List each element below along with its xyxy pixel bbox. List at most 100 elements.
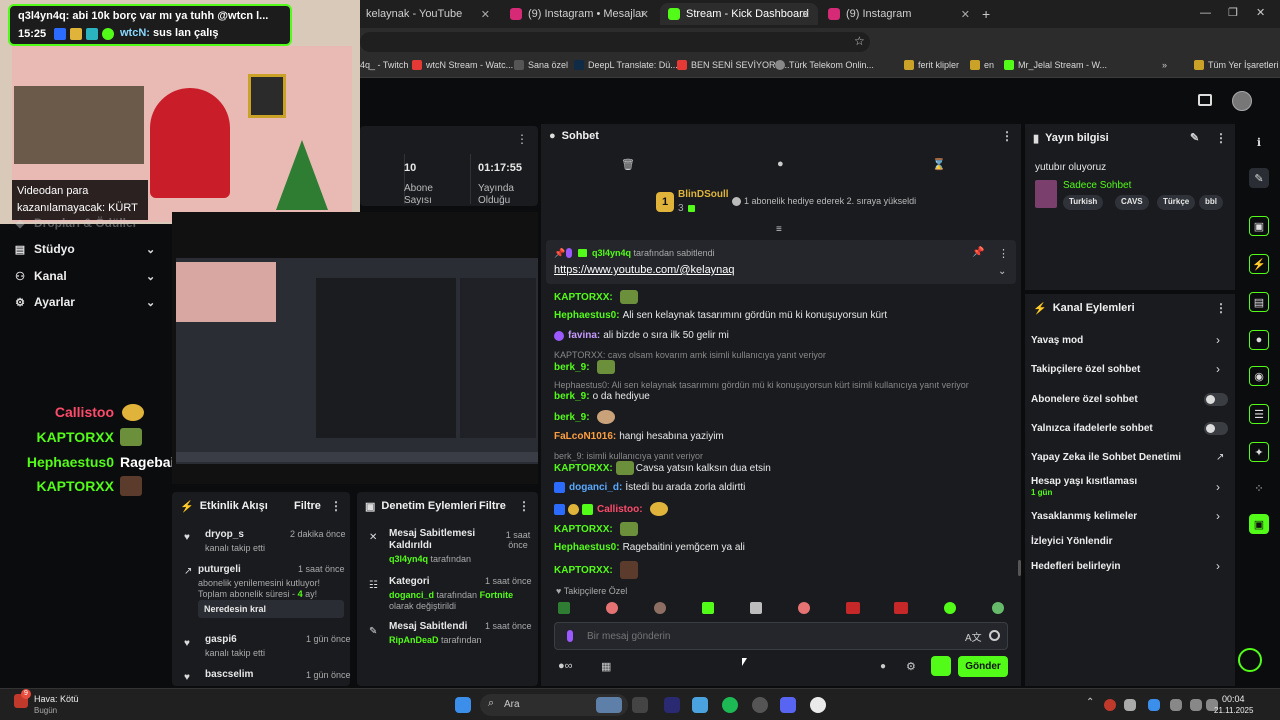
creator-icon[interactable]	[1198, 94, 1212, 106]
mic-icon[interactable]	[567, 630, 573, 642]
all-bookmarks-button[interactable]: Tüm Yer İşaretleri	[1194, 60, 1279, 70]
action-ai-moderation[interactable]: Yapay Zeka ile Sohbet Denetimi	[1031, 452, 1181, 463]
chat-message[interactable]: FaLcoN1016: hangi hesabına yaziyim	[554, 431, 724, 442]
premiere-icon[interactable]	[664, 697, 680, 713]
windows-start-icon[interactable]	[455, 697, 471, 713]
chat-bubble-icon[interactable]: ●	[880, 661, 886, 672]
window-close-icon[interactable]: ✕	[1256, 6, 1265, 19]
kebab-icon[interactable]: ⋮	[516, 132, 528, 146]
close-icon[interactable]: ✕	[640, 8, 649, 21]
activity-user[interactable]: puturgeli	[198, 564, 241, 575]
emoji-icon[interactable]	[989, 630, 1000, 641]
trash-icon[interactable]: 🗑	[621, 158, 635, 171]
kebab-icon[interactable]: ⋮	[1215, 301, 1227, 315]
emote-only-toggle[interactable]	[1204, 422, 1228, 435]
list-icon[interactable]: ☰	[1249, 404, 1269, 424]
bookmark-folder[interactable]: ferit klipler	[904, 60, 959, 70]
app-icon[interactable]	[692, 697, 708, 713]
filter-button[interactable]: Filtre	[294, 500, 321, 512]
gear-icon[interactable]: ⚙	[906, 660, 916, 673]
wrench-icon[interactable]: ✦	[1249, 442, 1269, 462]
tray-icon[interactable]	[1124, 699, 1136, 711]
kebab-icon[interactable]: ⋮	[330, 499, 342, 513]
tab-instagram-messages[interactable]: (9) Instagram • Mesajlar ✕	[502, 3, 657, 25]
spotify-icon[interactable]	[722, 697, 738, 713]
new-tab-button[interactable]: +	[982, 6, 990, 22]
kebab-icon[interactable]: ⋮	[998, 247, 1009, 260]
bookmark-item[interactable]: Türk Telekom Onlin...	[775, 60, 874, 70]
kebab-icon[interactable]: ⋮	[1001, 129, 1013, 143]
obs-icon[interactable]	[752, 697, 768, 713]
action-host-viewers[interactable]: İzleyici Yönlendir	[1031, 536, 1113, 547]
broadcast-icon[interactable]: ◉	[1249, 366, 1269, 386]
chat-message[interactable]: Hephaestus0: Ragebaitini yemğcem ya ali	[554, 542, 745, 553]
emote-icon[interactable]	[558, 602, 570, 614]
bookmark-item[interactable]: BEN SENİ SEVİYORU...	[677, 60, 790, 70]
sidebar-item-studio[interactable]: ▤ Stüdyo ⌄	[14, 242, 155, 256]
tag[interactable]: Türkçe	[1157, 195, 1196, 210]
maximize-icon[interactable]: ❐	[1228, 6, 1238, 19]
kebab-icon[interactable]: ⋮	[518, 499, 530, 513]
emote-icon[interactable]	[750, 602, 762, 614]
chat-message[interactable]: KAPTORXX:	[554, 561, 638, 579]
edit-icon[interactable]: ✎	[1190, 131, 1199, 144]
chat-message[interactable]: Callistoo:	[554, 502, 668, 516]
bookmarks-more-icon[interactable]: »	[1162, 60, 1167, 70]
chat-message[interactable]: KAPTORXX:	[554, 522, 638, 536]
chat-message[interactable]: berk_9: o da hediyue	[554, 391, 650, 402]
chat-bubble-icon[interactable]: ●	[1249, 330, 1269, 350]
chat-message[interactable]: berk_9:	[554, 360, 615, 374]
action-banned-words[interactable]: Yasaklanmış kelimeler	[1031, 511, 1137, 522]
close-icon[interactable]: ✕	[481, 8, 490, 21]
tag[interactable]: CAVS	[1115, 195, 1149, 210]
emote-icon[interactable]	[846, 602, 860, 614]
chrome-icon[interactable]	[810, 697, 826, 713]
chat-message-input[interactable]	[587, 628, 947, 644]
chat-message[interactable]: doganci_d: İstedi bu arada zorla aldirtti	[554, 482, 745, 493]
emote-icon[interactable]	[944, 602, 956, 614]
discord-icon[interactable]	[780, 697, 796, 713]
chat-message[interactable]: Hephaestus0: Ali sen kelaynak tasarımını …	[554, 310, 887, 321]
external-link-icon[interactable]: ↗	[1216, 452, 1224, 463]
action-followers-only[interactable]: Takipçilere özel sohbet	[1031, 364, 1140, 375]
chat-message[interactable]: KAPTORXX:	[554, 290, 638, 304]
subscribers-only-toggle[interactable]	[1204, 393, 1228, 406]
emote-icon[interactable]	[894, 602, 908, 614]
avatar[interactable]	[1232, 91, 1252, 111]
pinned-link[interactable]: https://www.youtube.com/@kelaynaq	[554, 264, 735, 276]
sidebar-item-drops[interactable]: ◆ Dropları & Ödüller	[14, 216, 138, 230]
chat-message[interactable]: berk_9:	[554, 410, 615, 424]
tray-expand-icon[interactable]: ⌃	[1086, 697, 1094, 708]
tray-icon[interactable]	[1104, 699, 1116, 711]
taskbar-search[interactable]: ⌕ Ara	[480, 694, 628, 716]
send-button[interactable]: Gönder	[958, 656, 1008, 677]
wifi-icon[interactable]	[1190, 699, 1202, 711]
url-field[interactable]	[360, 32, 870, 52]
activity-user[interactable]: gaspi6	[205, 634, 237, 645]
close-icon[interactable]: ✕	[961, 8, 970, 21]
bookmark-item[interactable]: DeepL Translate: Dü...	[574, 60, 678, 70]
chat-bubble-icon[interactable]: ●	[777, 158, 784, 170]
hourglass-icon[interactable]: ⌛	[932, 158, 946, 171]
translate-icon[interactable]: A文	[965, 629, 982, 644]
unpin-icon[interactable]: 📌	[972, 247, 984, 258]
sidebar-item-channel[interactable]: ⚇ Kanal ⌄	[14, 269, 155, 283]
activity-user[interactable]: bascselim	[205, 669, 253, 680]
chevron-right-icon[interactable]: ›	[1216, 362, 1220, 376]
gift-user[interactable]: BlinDSoull	[678, 189, 729, 200]
filter-button[interactable]: Filtre	[479, 500, 506, 512]
task-view-icon[interactable]	[632, 697, 648, 713]
kebab-icon[interactable]: ⋮	[1215, 131, 1227, 145]
points-icon[interactable]: ●∞	[558, 660, 573, 672]
sidebar-item-settings[interactable]: ⚙ Ayarlar ⌄	[14, 295, 155, 309]
bookmark-folder[interactable]: en	[970, 60, 994, 70]
action-set-goals[interactable]: Hedefleri belirleyin	[1031, 561, 1120, 572]
chat-message[interactable]: KAPTORXX: Cavsa yatsın kalksın dua etsin	[554, 461, 771, 475]
bookmark-item[interactable]: wtcN Stream - Watc...	[412, 60, 513, 70]
chevron-right-icon[interactable]: ›	[1216, 333, 1220, 347]
bookmark-item[interactable]: 4q_ - Twitch	[360, 60, 408, 70]
lightning-icon[interactable]: ⚡	[1249, 254, 1269, 274]
activity-user[interactable]: dryop_s	[205, 529, 244, 540]
store-icon[interactable]: ▦	[601, 660, 611, 673]
tag[interactable]: Turkish	[1063, 195, 1104, 210]
